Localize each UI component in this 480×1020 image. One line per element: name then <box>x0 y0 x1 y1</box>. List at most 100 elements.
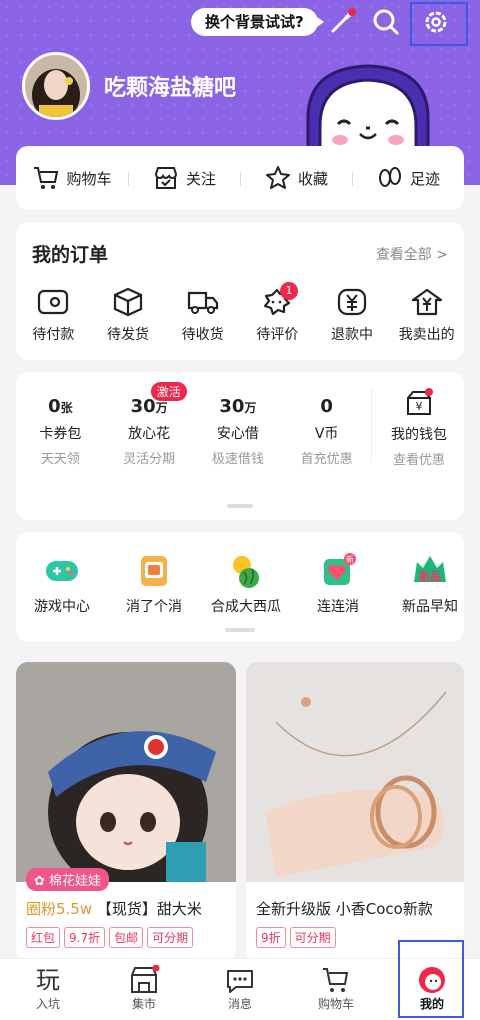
game-item[interactable]: 消了个消 <box>108 552 200 616</box>
product-card[interactable]: ✿ 棉花娃娃 圈粉5.5w 【现货】甜大米 红包 9.7折 包邮 可分期 <box>16 662 236 962</box>
cart-icon <box>323 968 349 992</box>
product-tag: 9.7折 <box>64 927 106 948</box>
svg-text:新: 新 <box>346 554 354 564</box>
finance-sub: 极速借钱 <box>211 452 264 467</box>
product-title: 【现货】甜大米 <box>96 900 202 918</box>
avatar-photo <box>25 55 87 117</box>
quick-item-label: 足迹 <box>409 169 440 188</box>
product-card[interactable]: 全新升级版 小香Coco新款 9折 可分期 <box>246 662 464 962</box>
game-label: 连连消 <box>317 599 359 615</box>
order-label: 待发货 <box>107 327 149 343</box>
flower-icon: ✿ <box>34 874 45 889</box>
play-glyph-icon: 玩 <box>36 966 60 994</box>
truck-icon <box>187 291 218 314</box>
order-label: 待收货 <box>181 327 224 343</box>
games-card: 游戏中心 消了个消 合成大西瓜 新 连连消 新品 新品早知 <box>16 532 464 642</box>
plush-doll-image <box>16 662 236 892</box>
product-tag: 包邮 <box>109 927 144 948</box>
package-icon <box>113 287 143 317</box>
quick-item-footprint[interactable]: 足迹 <box>352 164 464 192</box>
wallet-sub: 查看优惠 <box>392 453 445 468</box>
finance-item-anxinjie[interactable]: 30万 安心借 极速借钱 <box>194 396 283 467</box>
order-label: 我卖出的 <box>398 327 455 343</box>
avatar[interactable] <box>22 52 90 120</box>
tab-cart[interactable]: 购物车 <box>288 959 384 1020</box>
finance-item-coupons[interactable]: 0张 卡券包 天天领 <box>16 396 105 467</box>
game-item[interactable]: 合成大西瓜 <box>200 552 292 616</box>
link-game-icon: 新 <box>324 553 356 585</box>
match-game-icon <box>141 556 167 586</box>
order-pending-receipt[interactable]: 待收货 <box>165 286 240 344</box>
wallet-label: 我的钱包 <box>391 427 447 443</box>
tab-label: 消息 <box>227 997 252 1011</box>
quick-item-favorites[interactable]: 收藏 <box>240 164 352 192</box>
review-count-badge: 1 <box>280 282 299 300</box>
change-background-button[interactable]: 换个背景试试? <box>191 8 324 36</box>
finance-item-fangxinhua[interactable]: 30万 放心花 灵活分期 激活 <box>105 382 194 467</box>
mine-tab-highlight-box <box>398 940 464 1018</box>
activate-badge: 激活 <box>150 382 187 401</box>
tab-label: 购物车 <box>317 997 354 1011</box>
order-label: 待付款 <box>32 327 75 343</box>
quick-item-label: 购物车 <box>66 169 112 188</box>
username[interactable]: 吃颗海盐糖吧 <box>104 70 236 102</box>
quick-item-label: 关注 <box>185 169 216 188</box>
tab-messages[interactable]: 消息 <box>192 959 288 1020</box>
finance-sub: 灵活分期 <box>123 452 176 467</box>
refund-icon <box>337 288 367 316</box>
finance-label: 卡券包 <box>39 426 82 442</box>
page-indicator <box>227 504 253 508</box>
my-wallet-button[interactable]: ¥ 我的钱包 查看优惠 <box>374 388 464 468</box>
game-item[interactable]: 新品 新品早知 <box>384 552 476 616</box>
order-label: 退款中 <box>331 327 374 343</box>
settings-highlight-box <box>410 2 468 46</box>
finance-label: V币 <box>314 426 339 442</box>
view-all-orders-link[interactable]: 查看全部 > <box>376 244 448 264</box>
svg-text:新品: 新品 <box>419 569 441 583</box>
footprint-icon <box>378 167 401 187</box>
game-label: 合成大西瓜 <box>211 599 281 615</box>
tab-label: 集市 <box>131 997 156 1011</box>
order-pending-review[interactable]: 待评价 1 <box>240 282 315 344</box>
order-sold[interactable]: 我卖出的 <box>389 286 464 344</box>
orders-title: 我的订单 <box>32 244 109 266</box>
search-icon[interactable] <box>370 6 402 38</box>
quick-item-cart[interactable]: 购物车 <box>16 164 128 192</box>
new-product-icon: 新品 <box>414 556 446 583</box>
product-tag: 红包 <box>26 927 61 948</box>
fan-count: 圈粉5.5w <box>26 900 93 918</box>
my-orders-card: 我的订单 查看全部 > 待付款 待发货 待收货 待评价 1 退款中 我卖出的 <box>16 222 464 360</box>
tab-market[interactable]: 集市 <box>96 959 192 1020</box>
finance-sub: 首充优惠 <box>300 452 353 467</box>
order-label: 待评价 <box>256 327 299 343</box>
magic-wand-icon[interactable] <box>326 6 358 38</box>
game-item[interactable]: 新 连连消 <box>292 552 384 616</box>
product-tag: 可分期 <box>147 927 194 948</box>
star-icon <box>265 166 290 189</box>
game-label: 消了个消 <box>126 599 182 615</box>
order-pending-shipment[interactable]: 待发货 <box>91 286 166 344</box>
product-tag: 9折 <box>256 927 286 948</box>
message-icon <box>227 970 253 993</box>
order-refunding[interactable]: 退款中 <box>315 286 390 344</box>
finance-sub: 天天领 <box>40 452 80 467</box>
category-badge: ✿ 棉花娃娃 <box>26 868 110 891</box>
game-item[interactable]: 游戏中心 <box>16 552 108 616</box>
product-tag: 可分期 <box>289 927 336 948</box>
watermelon-icon <box>233 556 259 588</box>
sold-icon <box>411 288 442 316</box>
tab-label: 入坑 <box>35 997 60 1011</box>
bracelet-photo <box>246 662 464 882</box>
quick-access-bar: 购物车 关注 收藏 足迹 <box>16 146 464 210</box>
finance-label: 放心花 <box>128 426 171 442</box>
follow-shop-icon <box>154 167 177 189</box>
finance-item-vcoin[interactable]: 0 V币 首充优惠 <box>282 396 371 467</box>
finance-value: 0 <box>320 396 333 417</box>
tab-rukeng[interactable]: 玩 入坑 <box>0 959 96 1020</box>
quick-item-follow[interactable]: 关注 <box>128 164 240 192</box>
gamepad-icon <box>46 561 78 581</box>
game-label: 新品早知 <box>402 599 458 615</box>
order-pending-payment[interactable]: 待付款 <box>16 286 91 344</box>
finance-label: 安心借 <box>216 426 259 442</box>
finance-value: 0张 <box>48 396 73 417</box>
